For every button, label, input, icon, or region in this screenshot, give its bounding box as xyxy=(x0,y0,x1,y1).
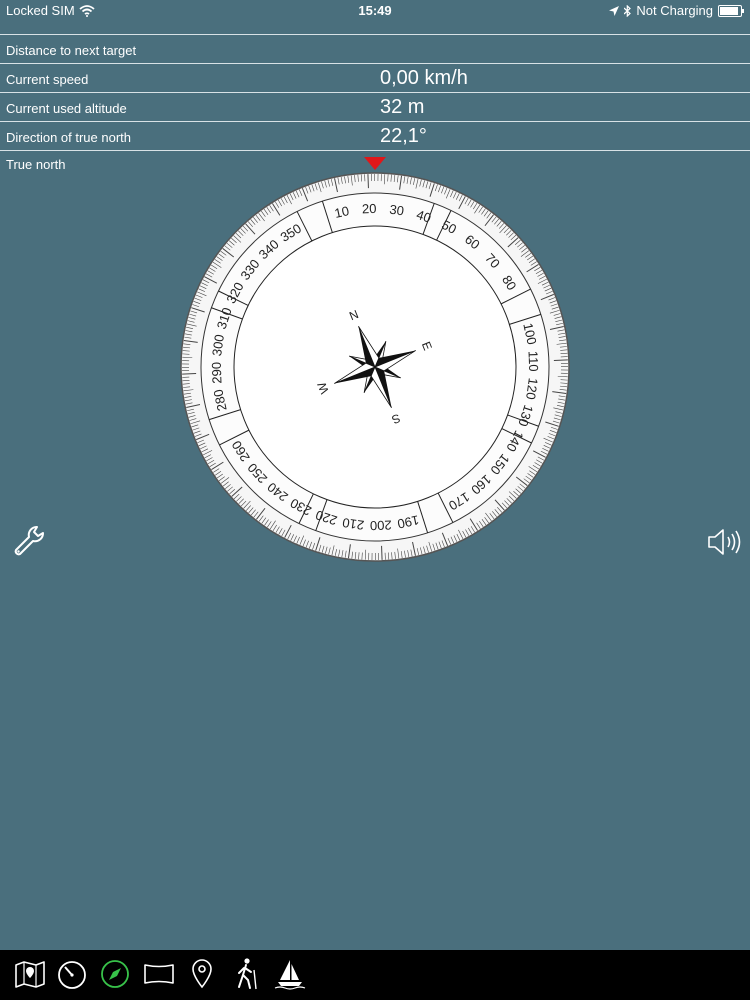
compass-icon[interactable] xyxy=(97,956,133,992)
altitude-row: Current used altitude 32 m xyxy=(0,92,750,121)
charging-label: Not Charging xyxy=(636,3,713,18)
panorama-icon[interactable] xyxy=(141,956,177,992)
direction-value: 22,1° xyxy=(380,125,427,147)
bezel-tick xyxy=(553,359,568,361)
bezel-number: 20 xyxy=(362,201,377,217)
info-panel: Distance to next target Current speed 0,… xyxy=(0,34,750,151)
distance-label: Distance to next target xyxy=(6,43,137,58)
bezel-tick xyxy=(182,373,197,375)
location-pin-icon[interactable] xyxy=(184,956,220,992)
bezel-number: 120 xyxy=(523,377,541,401)
bezel-number: 210 xyxy=(341,515,365,533)
bezel-tick xyxy=(367,174,369,189)
status-right: Not Charging xyxy=(609,3,744,18)
bezel-number: 110 xyxy=(526,351,542,372)
distance-row: Distance to next target xyxy=(0,34,750,63)
speedometer-icon[interactable] xyxy=(54,956,90,992)
map-icon[interactable] xyxy=(12,956,48,992)
bezel-number: 300 xyxy=(209,333,227,357)
compass-dial[interactable]: 10 20 30 4050607080100110120130140150160170… xyxy=(180,155,570,565)
hiker-icon[interactable] xyxy=(228,956,264,992)
tab-bar xyxy=(0,950,750,1000)
altitude-label: Current used altitude xyxy=(6,101,127,116)
battery-icon xyxy=(718,4,744,17)
wrench-icon[interactable] xyxy=(12,524,46,558)
status-bar: Locked SIM 15:49 Not Charging xyxy=(0,0,750,22)
bluetooth-icon xyxy=(624,4,632,17)
location-arrow-icon xyxy=(609,5,620,16)
bezel-number: 10 xyxy=(333,203,350,221)
battery-fill xyxy=(720,6,739,15)
speed-label: Current speed xyxy=(6,72,89,87)
bezel-number: 290 xyxy=(209,362,225,384)
speaker-icon[interactable] xyxy=(706,526,744,558)
compass-mode-label: True north xyxy=(6,157,66,172)
direction-row: Direction of true north 22,1° xyxy=(0,121,750,151)
bezel-tick xyxy=(381,545,383,560)
bezel-number: 30 xyxy=(389,202,405,219)
sailboat-icon[interactable] xyxy=(272,956,308,992)
heading-marker xyxy=(364,157,386,170)
direction-label: Direction of true north xyxy=(6,130,132,145)
speed-row: Current speed 0,00 km/h xyxy=(0,63,750,92)
altitude-value: 32 m xyxy=(380,96,425,118)
speed-value: 0,00 km/h xyxy=(380,67,468,89)
bezel-number: 200 xyxy=(370,518,392,534)
